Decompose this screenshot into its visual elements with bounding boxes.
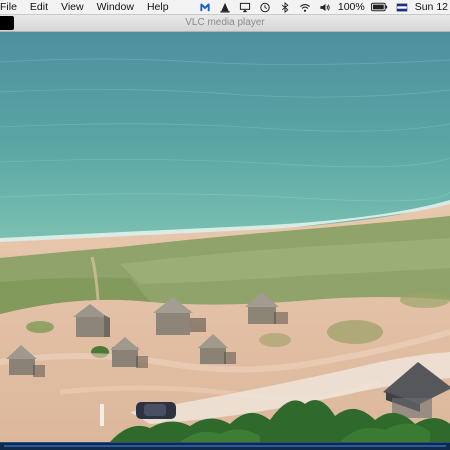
parked-car xyxy=(136,402,176,419)
malwarebytes-icon[interactable] xyxy=(198,1,212,13)
wifi-icon[interactable] xyxy=(298,1,312,13)
playback-bar[interactable] xyxy=(0,442,450,450)
battery-percent[interactable]: 100% xyxy=(338,1,365,13)
airplay-icon[interactable] xyxy=(238,1,252,13)
menu-edit[interactable]: Edit xyxy=(30,1,55,13)
menu-view[interactable]: View xyxy=(61,1,91,13)
window-titlebar[interactable]: VLC media player xyxy=(0,15,450,32)
menu-bar: File Edit View Window Help 100% Sun 12 xyxy=(0,0,450,15)
window-title: VLC media player xyxy=(185,17,265,28)
menubar-clock[interactable]: Sun 12 xyxy=(415,1,448,13)
battery-icon[interactable] xyxy=(371,1,389,13)
volume-icon[interactable] xyxy=(318,1,332,13)
app-menus: File Edit View Window Help xyxy=(0,1,176,13)
status-area: 100% Sun 12 xyxy=(198,1,450,13)
menu-help[interactable]: Help xyxy=(147,1,176,13)
menu-file[interactable]: File xyxy=(0,1,24,13)
time-machine-icon[interactable] xyxy=(258,1,272,13)
video-scene xyxy=(0,32,450,442)
video-frame[interactable] xyxy=(0,32,450,442)
vlc-cone-icon[interactable] xyxy=(218,1,232,13)
menu-window[interactable]: Window xyxy=(97,1,141,13)
flag-icon[interactable] xyxy=(395,1,409,13)
timeline-track[interactable] xyxy=(4,445,446,447)
bluetooth-icon[interactable] xyxy=(278,1,292,13)
